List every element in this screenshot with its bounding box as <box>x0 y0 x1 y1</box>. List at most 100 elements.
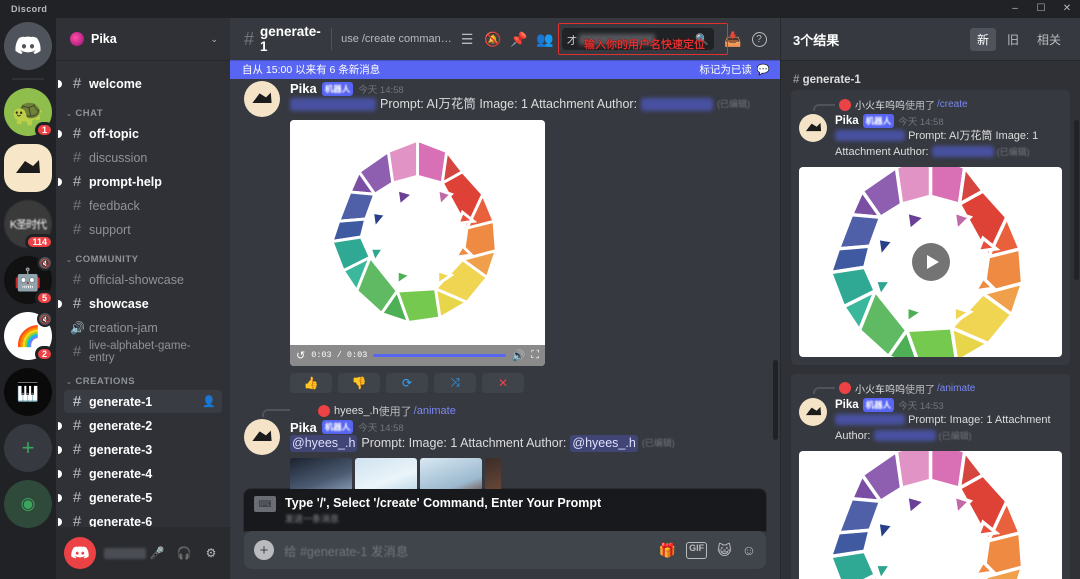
mention-author[interactable]: @hyees_.h <box>570 434 638 452</box>
play-button[interactable] <box>911 242 950 281</box>
sidebar-item-showcase[interactable]: # showcase <box>58 292 222 315</box>
sidebar-item-live-alphabet-game-entry[interactable]: # live-alphabet-game-entry <box>64 340 222 364</box>
avatar[interactable] <box>799 114 827 142</box>
invite-member-icon[interactable]: 👤 <box>202 395 216 408</box>
category-chat[interactable]: ⌄ CHAT <box>56 96 230 121</box>
sticker-icon[interactable]: 😺 <box>717 542 732 559</box>
sidebar-item-discussion[interactable]: # discussion <box>64 146 222 169</box>
command-user[interactable]: hyees_.h <box>334 405 379 417</box>
sidebar-item-generate-5[interactable]: # generate-5 <box>58 486 222 509</box>
sidebar-item-prompt-help[interactable]: # prompt-help <box>58 170 222 193</box>
search-input[interactable]: 才 🔍 <box>562 28 714 50</box>
minimize-button[interactable]: – <box>1002 0 1028 18</box>
command-name[interactable]: /create <box>937 99 968 110</box>
result-attachment[interactable] <box>799 450 1062 579</box>
bot-badge: 机器人 <box>321 81 354 96</box>
hash-icon: # <box>72 221 82 238</box>
reaction-regenerate-icon[interactable]: ⟳ <box>386 372 428 393</box>
search-result-item[interactable]: 小火车呜呜 使用了 /animate Pika 机器人 今天 14:53 Pro… <box>791 373 1070 579</box>
avatar[interactable] <box>244 418 280 455</box>
reaction-thumbs-up[interactable]: 👍 <box>290 372 332 393</box>
avatar[interactable] <box>64 537 96 569</box>
message-list[interactable]: Pika 机器人 今天 14:58 Prompt: AI万花筒 Image: 1… <box>230 60 780 489</box>
reaction-cancel-icon[interactable]: ✕ <box>482 372 524 393</box>
command-name[interactable]: /animate <box>414 405 456 417</box>
pika-logo-icon <box>252 92 272 103</box>
result-channel-label: # generate-1 <box>793 74 1070 86</box>
pin-icon[interactable]: 📌 <box>506 26 532 52</box>
fullscreen-icon[interactable]: ⛶ <box>531 349 539 362</box>
tab-oldest[interactable]: 旧 <box>1000 28 1026 51</box>
server-icon-kai[interactable]: K圣时代 114 <box>4 200 54 250</box>
microphone-icon[interactable]: 🎤 <box>146 542 168 564</box>
server-icon-piano[interactable]: 🎹 <box>4 368 52 416</box>
chat-scrollbar[interactable] <box>773 360 778 440</box>
volume-icon[interactable]: 🔊 <box>512 349 526 362</box>
server-header[interactable]: Pika ⌄ <box>56 18 230 60</box>
thumbnail[interactable] <box>355 458 417 489</box>
sidebar-item-generate-4[interactable]: # generate-4 <box>58 462 222 485</box>
thumbnail[interactable] <box>290 458 352 489</box>
tab-relevant[interactable]: 相关 <box>1030 28 1068 51</box>
search-results-scrollbar[interactable] <box>1074 120 1079 280</box>
mark-as-read-button[interactable]: 标记为已读 💬 <box>699 62 770 77</box>
maximize-button[interactable]: ☐ <box>1028 0 1054 18</box>
search-result-item[interactable]: 小火车呜呜 使用了 /create Pika 机器人 今天 14:58 Prom… <box>791 90 1070 365</box>
gear-icon[interactable]: ⚙ <box>200 542 222 564</box>
video-attachment[interactable]: ↺ 0:03 / 0:03 🔊 ⛶ <box>290 119 545 366</box>
sidebar-item-support[interactable]: # support <box>64 218 222 241</box>
close-button[interactable]: ✕ <box>1054 0 1080 18</box>
server-icon-robot[interactable]: 🤖 🔇 5 <box>4 255 54 306</box>
inbox-icon[interactable]: 📥 <box>720 26 746 52</box>
message-text: Prompt: Image: 1 Attachment Author: <box>361 435 567 450</box>
gif-icon[interactable]: GIF <box>686 541 708 559</box>
server-icon-discord-home[interactable] <box>4 22 52 70</box>
add-server-button[interactable]: + <box>4 424 52 472</box>
command-user[interactable]: 小火车呜呜 <box>855 97 905 112</box>
add-attachment-button[interactable]: + <box>254 540 274 560</box>
hash-icon: # <box>72 149 82 166</box>
headphones-icon[interactable]: 🎧 <box>173 542 195 564</box>
sidebar-item-feedback[interactable]: # feedback <box>64 194 222 217</box>
replay-icon[interactable]: ↺ <box>296 349 305 362</box>
avatar[interactable] <box>244 81 280 117</box>
category-community[interactable]: ⌄ COMMUNITY <box>56 242 230 267</box>
video-controls[interactable]: ↺ 0:03 / 0:03 🔊 ⛶ <box>290 344 545 366</box>
sidebar-item-generate-2[interactable]: # generate-2 <box>58 414 222 437</box>
badge-count: 1 <box>34 122 54 138</box>
reaction-shuffle-icon[interactable]: ⤨ <box>434 372 476 393</box>
category-creations[interactable]: ⌄ CREATIONS <box>56 364 230 389</box>
message-input[interactable]: 给 #generate-1 发消息 <box>284 541 408 560</box>
result-attachment[interactable] <box>799 166 1062 357</box>
server-icon-pika[interactable] <box>4 144 52 192</box>
sidebar-item-creation-jam[interactable]: 🔊 creation-jam <box>64 316 222 339</box>
notifications-off-icon[interactable]: 🔕 <box>480 26 506 52</box>
sidebar-item-generate-1[interactable]: # generate-1 👤 <box>64 390 222 413</box>
members-icon[interactable]: 👥 <box>532 26 558 52</box>
thumbnail[interactable] <box>485 458 501 489</box>
thumbnail[interactable] <box>420 458 482 489</box>
gift-icon[interactable]: 🎁 <box>659 542 676 559</box>
search-results-list[interactable]: # generate-1 小火车呜呜 使用了 /create Pika 机器人 … <box>781 60 1080 579</box>
emoji-icon[interactable]: ☺ <box>742 542 756 559</box>
message-text: Prompt: AI万花筒 Image: 1 Attachment Author… <box>380 97 638 111</box>
sidebar-item-generate-3[interactable]: # generate-3 <box>58 438 222 461</box>
sidebar-item-welcome[interactable]: # welcome <box>58 72 222 95</box>
mention-user[interactable]: @hyees_.h <box>290 434 358 452</box>
reaction-thumbs-down[interactable]: 👎 <box>338 372 380 393</box>
sidebar-item-generate-6[interactable]: # generate-6 <box>58 510 222 528</box>
sidebar-item-official-showcase[interactable]: # official-showcase <box>64 268 222 291</box>
command-user[interactable]: 小火车呜呜 <box>855 381 905 396</box>
command-name[interactable]: /animate <box>937 383 975 394</box>
explore-servers-button[interactable]: ◉ <box>4 480 52 528</box>
avatar[interactable] <box>799 397 827 426</box>
channel-label: generate-6 <box>89 514 153 528</box>
tab-newest[interactable]: 新 <box>969 27 996 51</box>
message-composer[interactable]: + 给 #generate-1 发消息 🎁 GIF 😺 ☺ <box>244 531 766 569</box>
server-icon-rainbow[interactable]: 🌈 🔇 2 <box>4 311 54 362</box>
server-icon-turtle[interactable]: 🐢 1 <box>4 88 54 138</box>
sidebar-item-off-topic[interactable]: # off-topic <box>58 122 222 145</box>
help-icon[interactable]: ? <box>746 26 772 52</box>
threads-icon[interactable]: ☰ <box>454 26 480 52</box>
video-progress-bar[interactable] <box>373 353 506 357</box>
